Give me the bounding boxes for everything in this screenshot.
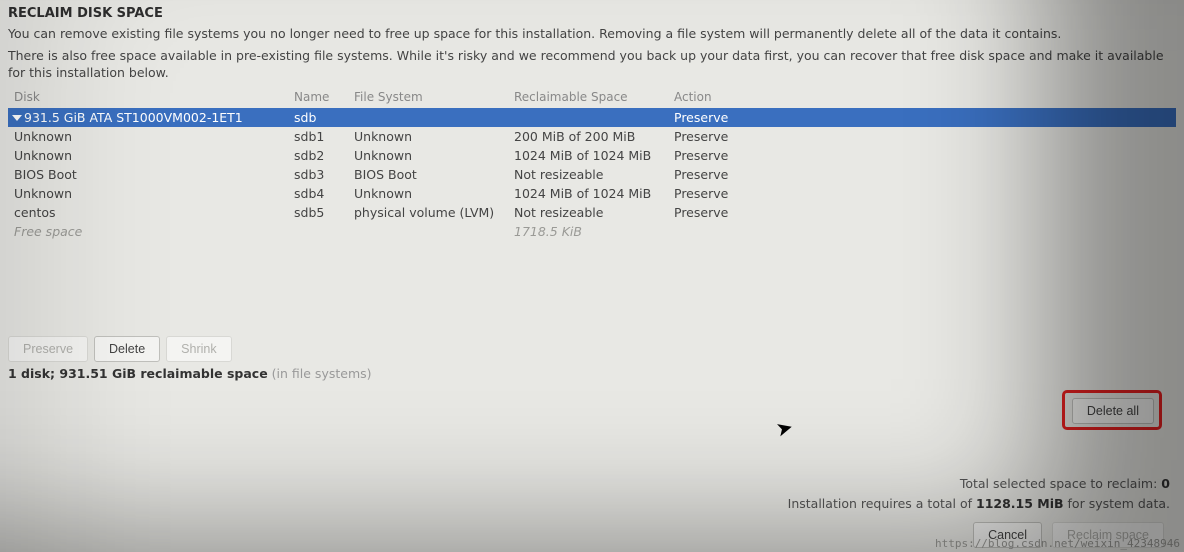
cell-disk: BIOS Boot <box>8 165 288 184</box>
cell-name: sdb4 <box>288 184 348 203</box>
table-row[interactable]: Unknownsdb1Unknown200 MiB of 200 MiBPres… <box>8 127 1176 146</box>
watermark-text: https://blog.csdn.net/weixin_42348946 <box>935 537 1180 550</box>
cell-name: sdb <box>288 108 348 127</box>
cell-reclaimable: 1024 MiB of 1024 MiB <box>508 184 668 203</box>
cell-reclaimable: 1024 MiB of 1024 MiB <box>508 146 668 165</box>
delete-all-button[interactable]: Delete all <box>1072 398 1154 424</box>
cell-reclaimable: 200 MiB of 200 MiB <box>508 127 668 146</box>
cell-reclaimable: Not resizeable <box>508 165 668 184</box>
cell-filesystem: Unknown <box>348 146 508 165</box>
cell-action: Preserve <box>668 146 1176 165</box>
cell-filesystem <box>348 108 508 127</box>
partition-table: Disk Name File System Reclaimable Space … <box>8 86 1176 241</box>
cell-name: sdb1 <box>288 127 348 146</box>
dialog-title: RECLAIM DISK SPACE <box>8 6 1176 21</box>
col-action: Action <box>668 86 1176 108</box>
total-selected-label: Total selected space to reclaim: <box>960 476 1161 491</box>
cell-filesystem: BIOS Boot <box>348 165 508 184</box>
cell-disk: Free space <box>8 222 288 241</box>
col-reclaim: Reclaimable Space <box>508 86 668 108</box>
cell-filesystem <box>348 222 508 241</box>
cell-filesystem: physical volume (LVM) <box>348 203 508 222</box>
summary-suffix: (in file systems) <box>272 366 372 381</box>
total-selected-value: 0 <box>1161 476 1170 491</box>
cell-reclaimable <box>508 108 668 127</box>
summary-line: 1 disk; 931.51 GiB reclaimable space (in… <box>8 366 1176 381</box>
table-row[interactable]: BIOS Bootsdb3BIOS BootNot resizeablePres… <box>8 165 1176 184</box>
summary-prefix: 1 disk; 931.51 GiB reclaimable space <box>8 366 268 381</box>
table-row[interactable]: 931.5 GiB ATA ST1000VM002-1ET1sdb Preserv… <box>8 108 1176 127</box>
cell-disk: 931.5 GiB ATA ST1000VM002-1ET1 <box>8 108 288 127</box>
delete-button[interactable]: Delete <box>94 336 160 362</box>
cell-name: sdb5 <box>288 203 348 222</box>
cell-action: Preserve <box>668 203 1176 222</box>
totals-block: Total selected space to reclaim: 0 Insta… <box>788 474 1170 514</box>
table-row[interactable]: centossdb5physical volume (LVM)Not resiz… <box>8 203 1176 222</box>
required-label: Installation requires a total of <box>788 496 976 511</box>
preserve-button[interactable]: Preserve <box>8 336 88 362</box>
cell-action: Preserve <box>668 127 1176 146</box>
cell-action: Preserve <box>668 184 1176 203</box>
cell-reclaimable: Not resizeable <box>508 203 668 222</box>
cell-disk: centos <box>8 203 288 222</box>
cell-name <box>288 222 348 241</box>
col-fs: File System <box>348 86 508 108</box>
cell-action: Preserve <box>668 165 1176 184</box>
table-row[interactable]: Free space 1718.5 KiB <box>8 222 1176 241</box>
cell-filesystem: Unknown <box>348 184 508 203</box>
col-disk: Disk <box>8 86 288 108</box>
expand-icon[interactable] <box>12 115 22 121</box>
required-suffix: for system data. <box>1068 496 1170 511</box>
cell-action: Preserve <box>668 108 1176 127</box>
cell-disk: Unknown <box>8 184 288 203</box>
col-name: Name <box>288 86 348 108</box>
shrink-button[interactable]: Shrink <box>166 336 231 362</box>
dialog-description-2: There is also free space available in pr… <box>8 47 1176 82</box>
dialog-description-1: You can remove existing file systems you… <box>8 25 1176 43</box>
cursor-icon: ➤ <box>773 414 795 442</box>
table-row[interactable]: Unknownsdb2Unknown1024 MiB of 1024 MiBPr… <box>8 146 1176 165</box>
cell-filesystem: Unknown <box>348 127 508 146</box>
cell-disk: Unknown <box>8 127 288 146</box>
cell-disk: Unknown <box>8 146 288 165</box>
table-header-row: Disk Name File System Reclaimable Space … <box>8 86 1176 108</box>
cell-name: sdb3 <box>288 165 348 184</box>
cell-reclaimable: 1718.5 KiB <box>508 222 668 241</box>
action-toolbar: Preserve Delete Shrink <box>0 331 1184 366</box>
table-row[interactable]: Unknownsdb4Unknown1024 MiB of 1024 MiBPr… <box>8 184 1176 203</box>
cell-name: sdb2 <box>288 146 348 165</box>
required-value: 1128.15 MiB <box>976 496 1064 511</box>
cell-action <box>668 222 1176 241</box>
